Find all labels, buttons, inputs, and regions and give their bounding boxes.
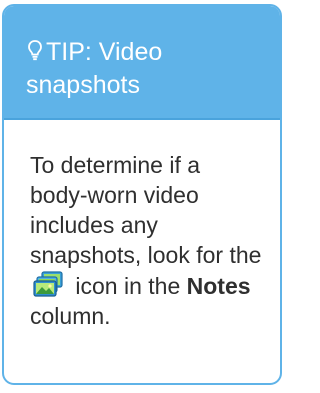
tip-title: TIP: Video snapshots xyxy=(26,38,163,99)
tip-header: TIP: Video snapshots xyxy=(4,6,280,120)
tip-text-part3: column. xyxy=(30,303,111,329)
tip-body: To determine if a body-worn video includ… xyxy=(4,120,280,331)
tip-text-part2: icon in the xyxy=(75,273,181,299)
lightbulb-icon xyxy=(26,39,44,61)
snapshots-icon xyxy=(32,270,66,298)
tip-card: TIP: Video snapshots To determine if a b… xyxy=(2,4,282,385)
tip-text-part1: To determine if a body-worn video includ… xyxy=(30,152,262,268)
notes-column-label: Notes xyxy=(186,273,251,299)
